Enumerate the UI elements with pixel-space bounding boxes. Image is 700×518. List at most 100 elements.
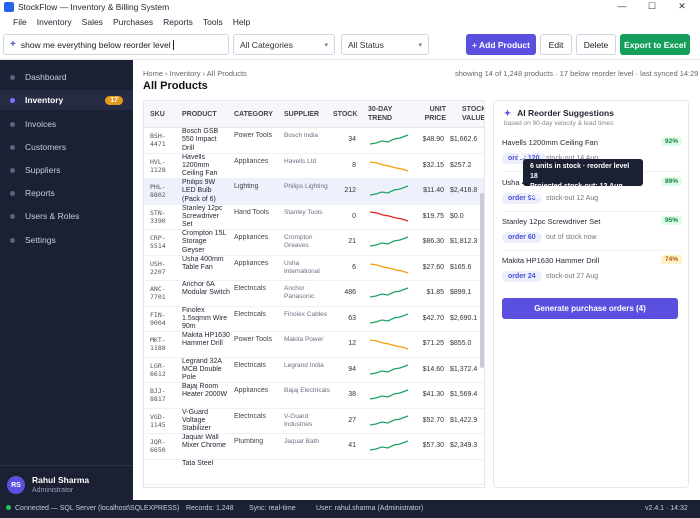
table-header: SKU PRODUCT CATEGORY SUPPLIER STOCK 30-D… xyxy=(144,101,484,128)
connection-text: Connected — SQL Server (localhost\SQLEXP… xyxy=(15,505,180,512)
table-row[interactable]: USH-2207 Usha 400mm Table Fan Appliances Us… xyxy=(144,256,484,281)
search-query: show me everything below reorder level xyxy=(20,39,171,50)
nav-dot-icon xyxy=(10,121,15,127)
stock-cell: 38 xyxy=(348,391,356,398)
confidence-badge: 74% xyxy=(660,255,682,264)
minimize-button[interactable]: — xyxy=(610,0,634,12)
category-cell: Appliances xyxy=(234,259,269,267)
nav-dot-icon xyxy=(10,97,15,103)
table-row[interactable]: LGR-6612 Legrand 32A MCB Double Pole Elect… xyxy=(144,358,484,383)
user-role: Administrator xyxy=(32,487,74,494)
category-cell: Lighting xyxy=(234,183,259,190)
stock-value-cell: $1,662.6 xyxy=(450,136,478,143)
maximize-button[interactable]: ☐ xyxy=(640,0,664,12)
suggestion-card[interactable]: Stanley 12pc Screwdriver Set 95% order 6… xyxy=(502,216,682,251)
table-row[interactable]: MKT-1188 Makita HP1630 Hammer Drill Power … xyxy=(144,332,484,358)
ai-search-input[interactable]: + show me everything below reorder level xyxy=(3,34,229,55)
app-logo-icon xyxy=(4,2,14,12)
products-table: SKU PRODUCT CATEGORY SUPPLIER STOCK 30-D… xyxy=(143,100,485,488)
menu-inventory[interactable]: Inventory xyxy=(32,17,77,27)
sidebar-item-inventory[interactable]: Inventory 17 xyxy=(0,90,133,110)
col-unit-price[interactable]: UNIT PRICE xyxy=(424,105,446,123)
order-qty-chip[interactable]: order 60 xyxy=(502,232,542,243)
col-supplier[interactable]: SUPPLIER xyxy=(284,110,319,119)
sku-cell: FIN-9004 xyxy=(150,310,166,327)
avatar: RS xyxy=(7,476,25,494)
sidebar-item-reports[interactable]: Reports xyxy=(0,183,133,203)
order-qty-chip[interactable]: order 24 xyxy=(502,271,542,282)
col-sku[interactable]: SKU xyxy=(150,110,165,119)
results-summary: showing 14 of 1,248 products · 17 below … xyxy=(455,69,699,78)
menu-purchases[interactable]: Purchases xyxy=(108,17,158,27)
sidebar-item-label: Inventory xyxy=(25,95,64,105)
unit-price-cell: $11.40 xyxy=(423,187,444,194)
unit-price-cell: $86.30 xyxy=(422,238,444,245)
status-filter[interactable]: All Status ▾ xyxy=(341,34,429,55)
table-row[interactable]: FIN-9004 Finolex 1.5sqmm Wire 90m Electric… xyxy=(144,307,484,332)
col-stock[interactable]: STOCK xyxy=(333,110,357,119)
user-name: Rahul Sharma xyxy=(32,475,90,485)
page-title: All Products xyxy=(143,80,208,92)
menu-tools[interactable]: Tools xyxy=(198,17,228,27)
table-row[interactable]: PHL-8802 Philips 9W LED Bulb (Pack of 6) L… xyxy=(144,179,484,205)
supplier-cell: Bosch India xyxy=(284,132,318,139)
product-cell: Bajaj Room Heater 2000W xyxy=(182,383,228,399)
user-profile[interactable]: RS Rahul Sharma Administrator xyxy=(0,465,133,500)
suggestion-card[interactable]: Makita HP1630 Hammer Drill 74% order 24 … xyxy=(502,255,682,290)
category-filter[interactable]: All Categories ▾ xyxy=(233,34,335,55)
trend-sparkline xyxy=(369,185,409,196)
table-row[interactable]: ANC-7701 Anchor 6A Modular Switch Electric… xyxy=(144,281,484,307)
records-count: Records: 1,248 xyxy=(186,505,234,512)
close-button[interactable]: ✕ xyxy=(670,0,694,12)
export-excel-button[interactable]: Export to Excel xyxy=(620,34,690,55)
stock-tooltip: 6 units in stock · reorder level 18 Proj… xyxy=(523,159,643,200)
unit-price-cell: $48.90 xyxy=(422,136,444,143)
confidence-badge: 95% xyxy=(660,216,682,225)
stock-value-cell: $1,422.9 xyxy=(450,416,478,424)
col-category[interactable]: CATEGORY xyxy=(234,110,273,119)
sidebar-item-label: Customers xyxy=(25,142,67,152)
sidebar-item-label: Settings xyxy=(25,235,56,245)
sku-cell: USH-2207 xyxy=(150,259,166,276)
col-product[interactable]: PRODUCT xyxy=(182,110,217,119)
edit-button[interactable]: Edit xyxy=(540,34,572,55)
table-row[interactable]: BJJ-8817 Bajaj Room Heater 2000W Appliance… xyxy=(144,383,484,409)
supplier-cell: Philips Lighting xyxy=(284,183,328,190)
product-cell: Anchor 6A Modular Switch xyxy=(182,281,230,297)
sidebar-item-suppliers[interactable]: Suppliers xyxy=(0,160,133,180)
sidebar-item-dashboard[interactable]: Dashboard xyxy=(0,67,133,87)
sidebar-item-invoices[interactable]: Invoices xyxy=(0,114,133,134)
product-cell: Bosch GSB 550 Impact Drill xyxy=(182,128,219,152)
sidebar-item-settings[interactable]: Settings xyxy=(0,230,133,250)
sidebar-item-customers[interactable]: Customers xyxy=(0,137,133,157)
col-trend[interactable]: 30-DAY TREND xyxy=(368,105,400,123)
current-user: User: rahul.sharma (Administrator) xyxy=(316,505,424,512)
menu-sales[interactable]: Sales xyxy=(77,17,108,27)
stock-cell: 41 xyxy=(348,442,356,449)
generate-purchase-orders-button[interactable]: Generate purchase orders (4) xyxy=(502,298,678,319)
table-row[interactable]: BSH-4471 Bosch GSB 550 Impact Drill Power … xyxy=(144,128,484,154)
menu-file[interactable]: File xyxy=(8,17,32,27)
col-stock-value[interactable]: STOCK VALUE xyxy=(462,105,484,123)
sku-cell: STN-3390 xyxy=(150,208,166,225)
table-scrollbar[interactable] xyxy=(480,193,484,368)
stock-cell: 12 xyxy=(348,340,356,347)
sku-cell: VGD-1145 xyxy=(150,412,166,429)
table-row[interactable]: VGD-1145 V-Guard Voltage Stabilizer Electr… xyxy=(144,409,484,434)
table-row[interactable]: CRP-5514 Crompton 15L Storage Geyser Appli… xyxy=(144,230,484,256)
menu-reports[interactable]: Reports xyxy=(158,17,198,27)
category-cell: Electricals xyxy=(234,310,266,318)
add-product-button[interactable]: + Add Product xyxy=(466,34,536,55)
trend-sparkline xyxy=(369,210,409,222)
sidebar-item-label: Reports xyxy=(25,188,55,198)
table-row[interactable]: STN-3390 Stanley 12pc Screwdriver Set Hand… xyxy=(144,205,484,230)
supplier-cell: Legrand India xyxy=(284,361,324,369)
sidebar-item-users-roles[interactable]: Users & Roles xyxy=(0,206,133,226)
table-row[interactable]: JQR-6650 Jaquar Wall Mixer Chrome Plumbing… xyxy=(144,434,484,460)
sidebar-item-label: Dashboard xyxy=(25,72,67,82)
delete-button[interactable]: Delete xyxy=(576,34,616,55)
confidence-badge: 92% xyxy=(660,137,682,146)
table-row[interactable]: Tata Steel xyxy=(144,460,484,485)
table-row[interactable]: HVL-1128 Havells 1200mm Ceiling Fan Applia… xyxy=(144,154,484,179)
menu-help[interactable]: Help xyxy=(228,17,255,27)
